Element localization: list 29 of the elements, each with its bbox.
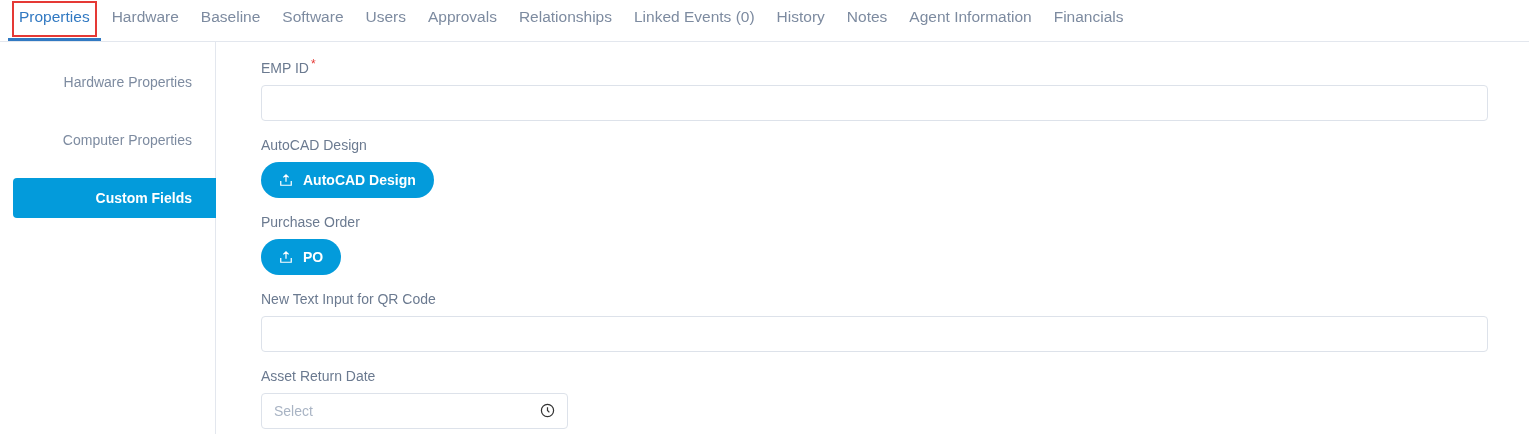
tab[interactable]: Approvals xyxy=(417,0,508,41)
field-label: AutoCAD Design xyxy=(261,136,367,155)
tab[interactable]: Hardware xyxy=(100,0,190,41)
sidebar-item[interactable]: Custom Fields xyxy=(13,178,216,218)
tab[interactable]: Properties xyxy=(8,0,101,41)
tab[interactable]: Agent Information xyxy=(898,0,1043,41)
tab[interactable]: Financials xyxy=(1042,0,1135,41)
required-mark: * xyxy=(311,58,316,70)
tab[interactable]: Software xyxy=(271,0,355,41)
tab[interactable]: Notes xyxy=(835,0,899,41)
clock-icon xyxy=(540,403,555,418)
upload-button[interactable]: AutoCAD Design xyxy=(261,162,434,198)
field-label: EMP ID xyxy=(261,59,309,78)
upload-icon xyxy=(279,250,293,264)
field-label: New Text Input for QR Code xyxy=(261,290,436,309)
sidebar-item[interactable]: Hardware Properties xyxy=(13,62,216,102)
upload-button[interactable]: PO xyxy=(261,239,342,275)
field-label: Asset Return Date xyxy=(261,367,376,386)
sidebar-item[interactable]: Computer Properties xyxy=(13,120,216,160)
tab[interactable]: Baseline xyxy=(189,0,272,41)
date-field[interactable]: Select xyxy=(261,393,568,429)
upload-icon xyxy=(279,173,293,187)
tab[interactable]: Users xyxy=(354,0,417,41)
tab[interactable]: Linked Events (0) xyxy=(623,0,766,41)
tab[interactable]: Relationships xyxy=(507,0,623,41)
tab[interactable]: History xyxy=(765,0,836,41)
field-label: Purchase Order xyxy=(261,213,360,232)
text-field[interactable] xyxy=(261,316,1488,352)
text-field[interactable] xyxy=(261,85,1488,121)
